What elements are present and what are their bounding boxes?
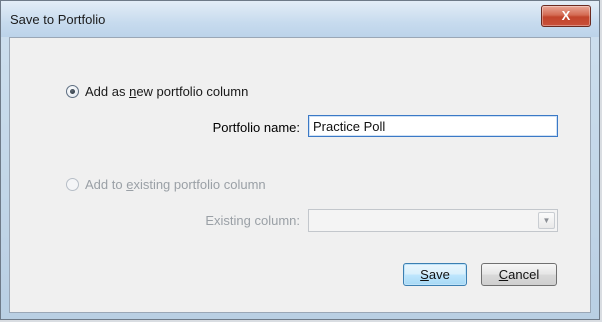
dialog-title: Save to Portfolio xyxy=(10,12,106,27)
existing-column-label: Existing column: xyxy=(205,213,300,228)
new-column-option[interactable]: Add as new portfolio column xyxy=(66,84,248,99)
new-column-radio[interactable] xyxy=(66,85,79,98)
save-button[interactable]: Save xyxy=(403,263,467,286)
new-column-label: Add as new portfolio column xyxy=(85,84,249,99)
save-mnemonic: S xyxy=(420,267,429,282)
existing-column-radio[interactable] xyxy=(66,178,79,191)
portfolio-name-input[interactable] xyxy=(308,115,558,137)
existing-column-option[interactable]: Add to existing portfolio column xyxy=(66,177,266,192)
portfolio-name-label: Portfolio name: xyxy=(212,120,300,135)
title-bar[interactable]: Save to Portfolio X xyxy=(1,1,599,37)
cancel-label: ancel xyxy=(508,267,540,282)
save-to-portfolio-dialog: Save to Portfolio X Add as new portfolio… xyxy=(0,0,600,320)
existing-column-select[interactable]: ▼ xyxy=(308,209,558,232)
close-icon: X xyxy=(561,8,571,23)
cancel-mnemonic: C xyxy=(498,267,509,282)
chevron-down-icon[interactable]: ▼ xyxy=(538,212,555,229)
cancel-button[interactable]: Cancel xyxy=(481,263,557,286)
existing-column-option-label: Add to existing portfolio column xyxy=(85,177,266,192)
close-button[interactable]: X xyxy=(541,5,591,27)
dialog-body: Add as new portfolio column Portfolio na… xyxy=(9,37,591,313)
save-label: ave xyxy=(428,267,450,282)
